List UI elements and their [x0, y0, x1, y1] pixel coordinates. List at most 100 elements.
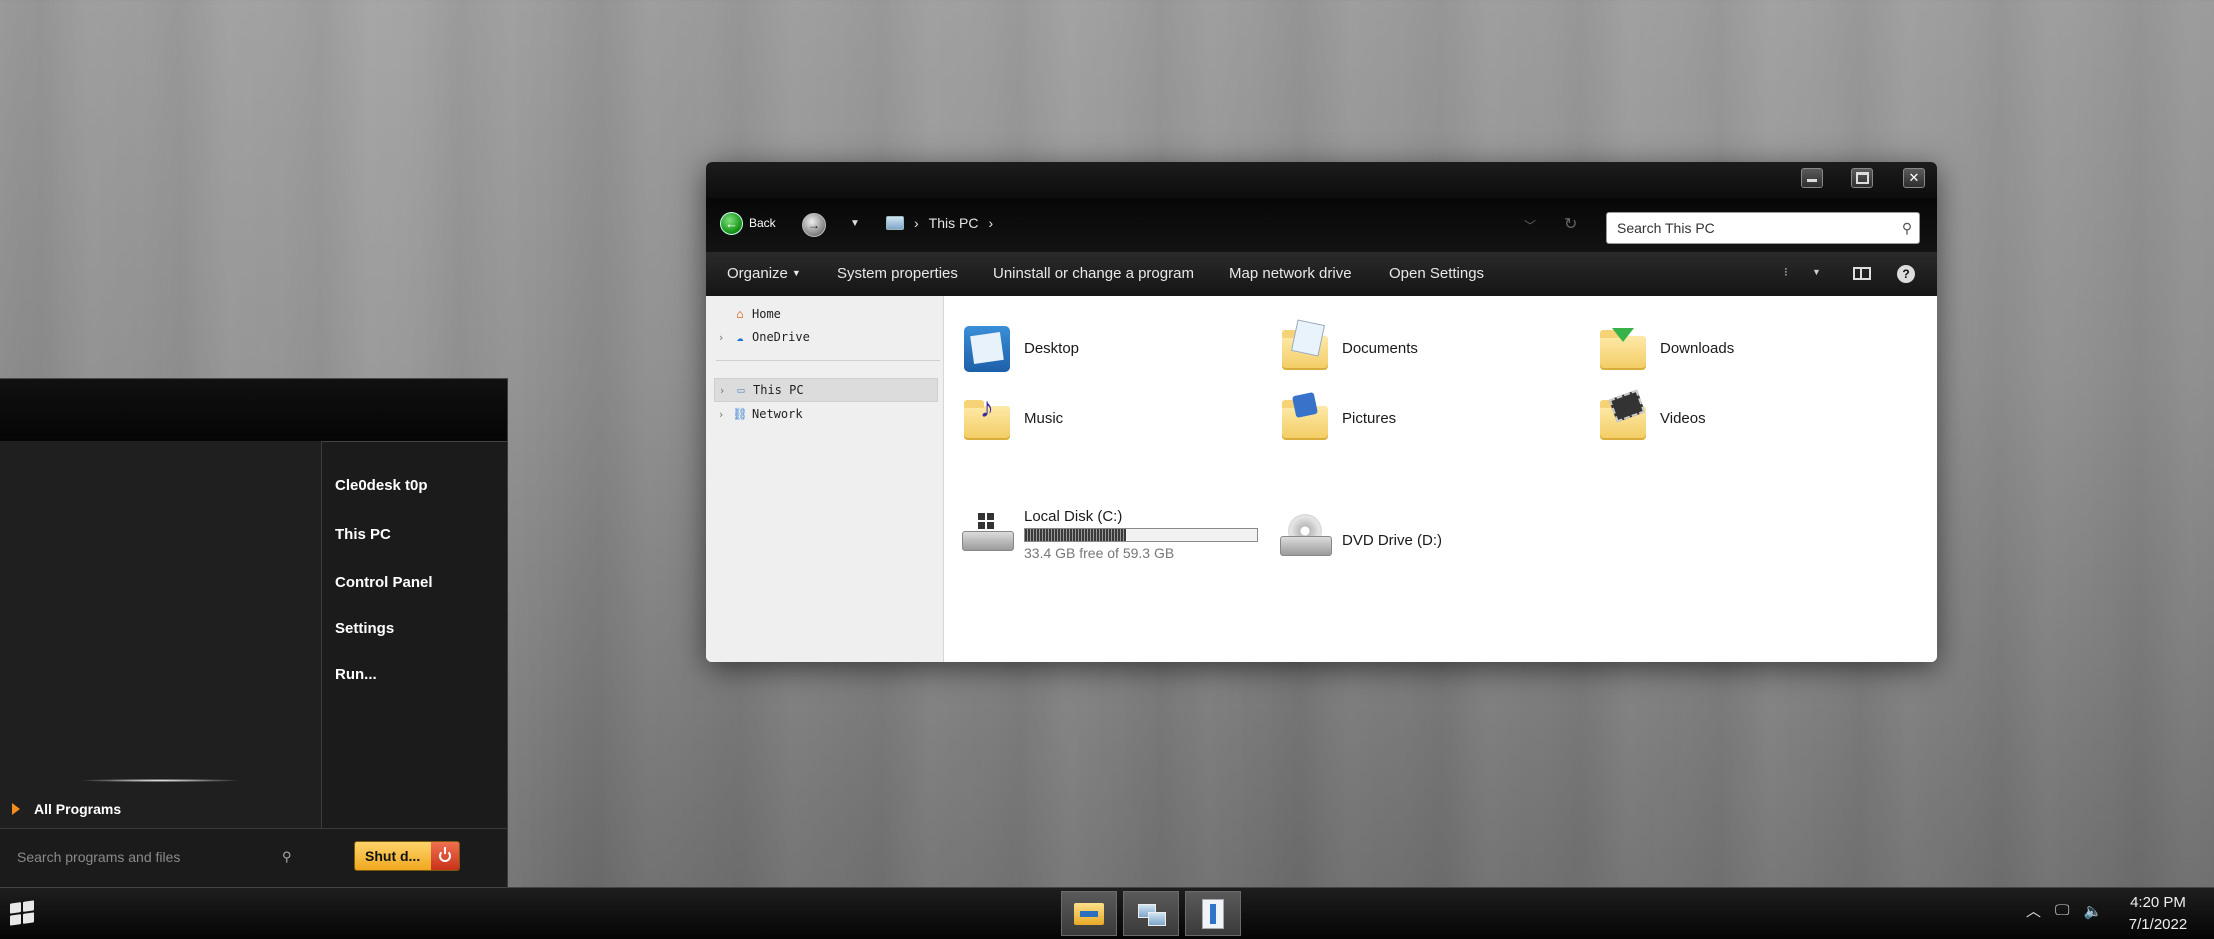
- disk-usage-bar: [1024, 528, 1258, 542]
- recent-locations-dropdown[interactable]: ▼: [850, 218, 860, 229]
- folder-label: Downloads: [1660, 339, 1735, 357]
- hard-drive-icon: [962, 509, 1014, 561]
- refresh-icon[interactable]: ↻: [1564, 214, 1577, 234]
- minimize-icon: [1807, 178, 1817, 182]
- back-button[interactable]: ← Back: [720, 211, 776, 235]
- nav-item-home[interactable]: ⌂ Home: [714, 302, 938, 326]
- start-item-run[interactable]: Run...: [335, 666, 377, 683]
- maximize-icon: [1855, 172, 1869, 184]
- expand-chevron-icon[interactable]: ›: [714, 331, 728, 344]
- uninstall-program-button[interactable]: Uninstall or change a program: [993, 265, 1194, 282]
- nav-item-label: Home: [752, 307, 781, 321]
- forward-arrow-icon: →: [808, 218, 820, 232]
- search-input[interactable]: [1615, 219, 1895, 237]
- search-icon[interactable]: ⚲: [282, 849, 312, 865]
- network-icon: ⛓: [732, 407, 748, 421]
- start-menu-places-pane: Cle0desk t0p This PC Control Panel Setti…: [322, 441, 507, 828]
- search-box[interactable]: ⚲: [1606, 212, 1920, 244]
- arrow-right-icon: [12, 803, 20, 815]
- windows-logo-icon: [10, 900, 34, 926]
- start-menu: All Programs Cle0desk t0p This PC Contro…: [0, 378, 508, 889]
- start-item-control-panel[interactable]: Control Panel: [335, 574, 433, 591]
- drive-dvd-d[interactable]: DVD Drive (D:): [1280, 514, 1442, 566]
- start-search-input[interactable]: [6, 848, 282, 866]
- start-item-this-pc[interactable]: This PC: [335, 526, 391, 543]
- folder-pictures[interactable]: Pictures: [1280, 391, 1396, 444]
- start-item-settings[interactable]: Settings: [335, 620, 394, 637]
- start-menu-header: [0, 379, 507, 442]
- content-area: Desktop Documents Downloads ♪ Music Pict…: [944, 296, 1937, 662]
- breadcrumb-this-pc[interactable]: This PC: [929, 215, 979, 231]
- system-properties-button[interactable]: System properties: [837, 265, 958, 282]
- breadcrumb-separator-icon: ›: [914, 215, 919, 231]
- taskbar-network[interactable]: [1123, 891, 1179, 936]
- minimize-button[interactable]: [1801, 168, 1823, 188]
- back-label: Back: [749, 216, 776, 230]
- taskbar-task-manager[interactable]: [1185, 891, 1241, 936]
- start-item-user[interactable]: Cle0desk t0p: [335, 477, 428, 494]
- breadcrumb[interactable]: › This PC ›: [886, 215, 993, 231]
- clock[interactable]: 4:20 PM 7/1/2022: [2104, 892, 2212, 936]
- all-programs-button[interactable]: All Programs: [12, 801, 121, 817]
- close-icon: ✕: [1908, 170, 1920, 185]
- open-settings-button[interactable]: Open Settings: [1389, 265, 1484, 282]
- title-bar[interactable]: ✕: [706, 162, 1937, 198]
- nav-item-network[interactable]: › ⛓ Network: [714, 402, 938, 426]
- maximize-button[interactable]: [1851, 168, 1873, 188]
- shutdown-button[interactable]: Shut d...: [354, 841, 460, 871]
- power-icon: [439, 847, 451, 862]
- shutdown-label: Shut d...: [355, 842, 431, 870]
- navigation-pane: ⌂ Home › ☁ OneDrive › ▭ This PC › ⛓ Network: [706, 296, 944, 662]
- expand-chevron-icon[interactable]: ›: [715, 384, 729, 397]
- nav-item-label: OneDrive: [752, 330, 810, 344]
- address-dropdown-icon[interactable]: ﹀: [1524, 217, 1536, 234]
- nav-divider: [716, 360, 940, 361]
- map-network-drive-button[interactable]: Map network drive: [1229, 265, 1352, 282]
- preview-pane-icon[interactable]: [1853, 267, 1871, 280]
- display-network-icon[interactable]: 🖵: [2055, 902, 2069, 919]
- taskbar: ︿ 🖵 🔈 4:20 PM 7/1/2022: [0, 887, 2214, 939]
- back-arrow-icon: ←: [720, 211, 743, 235]
- change-view-icon[interactable]: ⁝: [1784, 265, 1788, 279]
- taskbar-file-explorer[interactable]: [1061, 891, 1117, 936]
- music-folder-icon: ♪: [962, 392, 1014, 444]
- folder-music[interactable]: ♪ Music: [962, 392, 1063, 444]
- folder-icon: [1074, 902, 1104, 925]
- drive-label: Local Disk (C:): [1024, 508, 1123, 525]
- folder-label: Music: [1024, 409, 1064, 427]
- nav-item-label: This PC: [753, 383, 804, 397]
- organize-label: Organize: [727, 265, 788, 282]
- desktop-folder-icon: [962, 322, 1014, 374]
- drive-local-disk-c[interactable]: Local Disk (C:) 33.4 GB free of 59.3 GB: [962, 508, 1258, 561]
- clock-time: 4:20 PM: [2130, 894, 2186, 911]
- view-options-dropdown-icon[interactable]: ▼: [1812, 267, 1821, 277]
- start-menu-programs-pane: All Programs: [0, 441, 322, 828]
- help-icon[interactable]: ?: [1897, 265, 1915, 283]
- breadcrumb-chevron-icon[interactable]: ›: [988, 215, 993, 231]
- forward-button[interactable]: →: [802, 213, 826, 237]
- folder-videos[interactable]: Videos: [1598, 389, 1706, 444]
- expand-chevron-icon[interactable]: ›: [714, 408, 728, 421]
- speaker-icon[interactable]: 🔈: [2083, 902, 2102, 920]
- chevron-up-icon[interactable]: ︿: [2026, 900, 2041, 921]
- power-options-button[interactable]: [431, 842, 459, 870]
- system-tray: ︿ 🖵 🔈: [2026, 900, 2102, 921]
- start-button[interactable]: [6, 900, 40, 928]
- start-search-box[interactable]: ⚲: [6, 841, 312, 873]
- nav-item-this-pc[interactable]: › ▭ This PC: [714, 378, 938, 402]
- folder-documents[interactable]: Documents: [1280, 319, 1418, 374]
- network-computers-icon: [1138, 902, 1166, 926]
- organize-button[interactable]: Organize ▼: [727, 265, 801, 282]
- nav-item-onedrive[interactable]: › ☁ OneDrive: [714, 325, 938, 349]
- task-manager-icon: [1202, 898, 1224, 929]
- folder-desktop[interactable]: Desktop: [962, 322, 1079, 374]
- start-menu-footer: ⚲ Shut d...: [0, 828, 507, 889]
- folder-label: Desktop: [1024, 339, 1080, 357]
- folder-downloads[interactable]: Downloads: [1598, 322, 1734, 374]
- drive-free-space: 33.4 GB free of 59.3 GB: [1024, 545, 1175, 561]
- folder-label: Videos: [1660, 409, 1706, 427]
- search-icon[interactable]: ⚲: [1895, 220, 1919, 237]
- file-explorer-window: ✕ ← Back → ▼ › This PC › ﹀ ↻ ⚲ Organize▼…: [706, 162, 1937, 662]
- clock-date: 7/1/2022: [2128, 916, 2188, 933]
- close-button[interactable]: ✕: [1903, 168, 1925, 188]
